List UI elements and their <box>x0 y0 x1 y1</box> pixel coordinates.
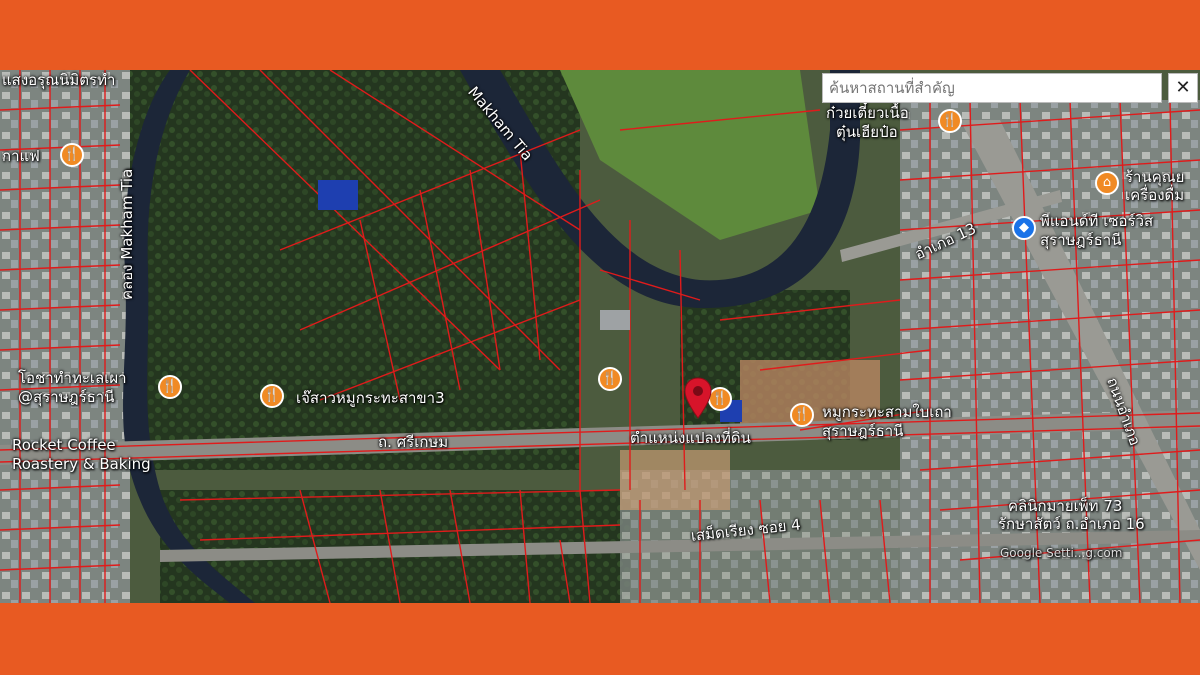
restaurant-label-ocha-1: โอชาทำทะเลเผา <box>18 369 127 387</box>
restaurant-icon[interactable]: 🍴 <box>938 109 962 133</box>
land-position-label: ตำแหน่งแปลงที่ดิน <box>630 429 751 447</box>
place-label-coffee: กาแฟ <box>2 147 40 165</box>
restaurant-icon[interactable]: 🍴 <box>158 375 182 399</box>
restaurant-label-noodle-2: ตุ๋นเฮียป๋อ <box>836 123 898 141</box>
location-pin-icon[interactable] <box>684 377 712 419</box>
restaurant-label-jae: เจ๊สาวหมูกระทะสาขา3 <box>296 389 445 407</box>
close-button[interactable]: ✕ <box>1168 73 1198 103</box>
shop-label-2: เครื่องดื่ม <box>1125 186 1185 204</box>
restaurant-label-mookrata-2: สุราษฎร์ธานี <box>822 422 904 440</box>
clinic-label-2: รักษาสัตว์ ถ.อำเภอ 16 <box>998 515 1145 533</box>
restaurant-icon[interactable]: 🍴 <box>260 384 284 408</box>
diamond-direction-icon[interactable]: ◆ <box>1012 216 1036 240</box>
road-label-sri-kasem: ถ. ศรีเกษม <box>378 433 449 451</box>
restaurant-icon[interactable]: 🍴 <box>598 367 622 391</box>
cafe-label-rocket-1: Rocket Coffee <box>12 436 116 454</box>
restaurant-label-noodle-1: ก๋วยเตี๋ยวเนื้อ <box>826 104 909 122</box>
restaurant-label-ocha-2: @สุราษฎร์ธานี <box>18 388 115 406</box>
clinic-label-1: คลินิกมายเพ็ท 73 <box>1008 497 1123 515</box>
search-bar[interactable] <box>822 73 1162 103</box>
restaurant-icon[interactable]: 🍴 <box>60 143 84 167</box>
restaurant-icon[interactable]: 🍴 <box>790 403 814 427</box>
restaurant-label-mookrata-1: หมูกระทะสามใบเถา <box>822 403 952 421</box>
shop-label-1: ร้านคุณย <box>1125 168 1185 186</box>
search-input[interactable] <box>823 74 1161 102</box>
service-label-1: พีแอนด์ที เซอร์วิส <box>1040 212 1154 230</box>
canal-label-vertical: คลอง Makham Tia <box>118 168 136 300</box>
google-watermark: Google Setti...g.com <box>1000 546 1123 560</box>
shopping-bag-icon[interactable]: ⌂ <box>1095 171 1119 195</box>
cafe-label-rocket-2: Roastery & Baking <box>12 455 151 473</box>
service-label-2: สุราษฎร์ธานี <box>1040 231 1122 249</box>
place-label-sang-arun: แสงอรุณนิมิตรทำ <box>2 71 116 89</box>
